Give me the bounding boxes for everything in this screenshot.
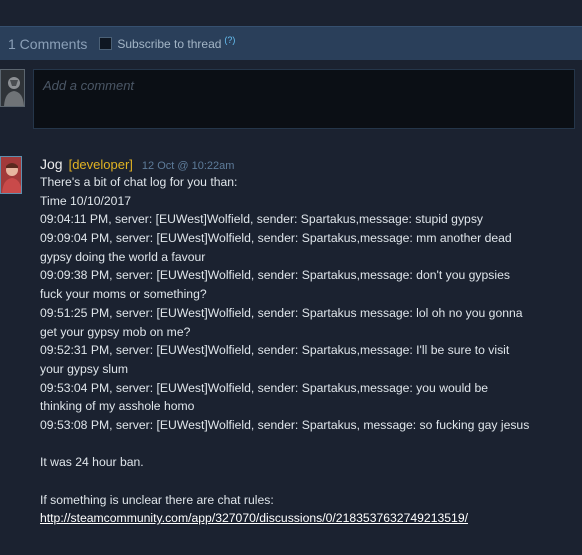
comment-entry: Jog [developer] 12 Oct @ 10:22am There's… (40, 156, 582, 528)
comment-line: get your gypsy mob on me? (40, 324, 191, 339)
comment-line: 09:09:38 PM, server: [EUWest]Wolfield, s… (40, 268, 510, 283)
comment-count: 1 Comments (8, 35, 88, 52)
comments-header: 1 Comments Subscribe to thread (?) (0, 26, 582, 60)
page-top-strip (0, 0, 582, 26)
subscribe-label[interactable]: Subscribe to thread (117, 37, 221, 51)
comment-line: gypsy doing the world a favour (40, 249, 206, 264)
comment-header: Jog [developer] 12 Oct @ 10:22am (40, 156, 582, 172)
current-user-avatar[interactable] (0, 69, 25, 107)
subscribe-toggle[interactable]: Subscribe to thread (?) (99, 35, 235, 51)
comment-line: 09:53:04 PM, server: [EUWest]Wolfield, s… (40, 380, 488, 395)
comment-line: fuck your moms or something? (40, 287, 207, 302)
avatar-image-icon (1, 70, 24, 106)
comment-line-link: http://steamcommunity.com/app/327070/dis… (40, 509, 582, 528)
comment-line: 09:53:08 PM, server: [EUWest]Wolfield, s… (40, 417, 530, 432)
comment-line: There's a bit of chat log for you than: (40, 175, 238, 189)
help-link[interactable]: (?) (224, 35, 235, 45)
comment-line: 09:51:25 PM, server: [EUWest]Wolfield, s… (40, 305, 523, 320)
comment-timestamp: 12 Oct @ 10:22am (141, 160, 235, 172)
chat-rules-link[interactable]: http://steamcommunity.com/app/327070/dis… (40, 511, 468, 525)
comment-line: 09:52:31 PM, server: [EUWest]Wolfield, s… (40, 343, 510, 358)
subscribe-checkbox[interactable] (99, 37, 113, 50)
comment-line: Time 10/10/2017 (40, 193, 132, 208)
developer-badge: [developer] (68, 157, 133, 172)
comment-line: It was 24 hour ban. (40, 455, 144, 470)
comment-line: If something is unclear there are chat r… (40, 492, 274, 507)
author-avatar-image-icon (1, 157, 21, 193)
comment-line: your gypsy slum (40, 361, 129, 376)
comment-input[interactable]: Add a comment (33, 69, 575, 129)
comment-input-placeholder: Add a comment (43, 78, 135, 93)
comment-line: 09:04:11 PM, server: [EUWest]Wolfield, s… (40, 212, 484, 227)
comment-author-avatar[interactable] (0, 156, 22, 194)
comment-line: 09:09:04 PM, server: [EUWest]Wolfield, s… (40, 231, 512, 246)
comment-author[interactable]: Jog (40, 156, 63, 172)
comment-body: There's a bit of chat log for you than: … (40, 173, 582, 528)
comment-line: thinking of my asshole homo (40, 399, 195, 414)
